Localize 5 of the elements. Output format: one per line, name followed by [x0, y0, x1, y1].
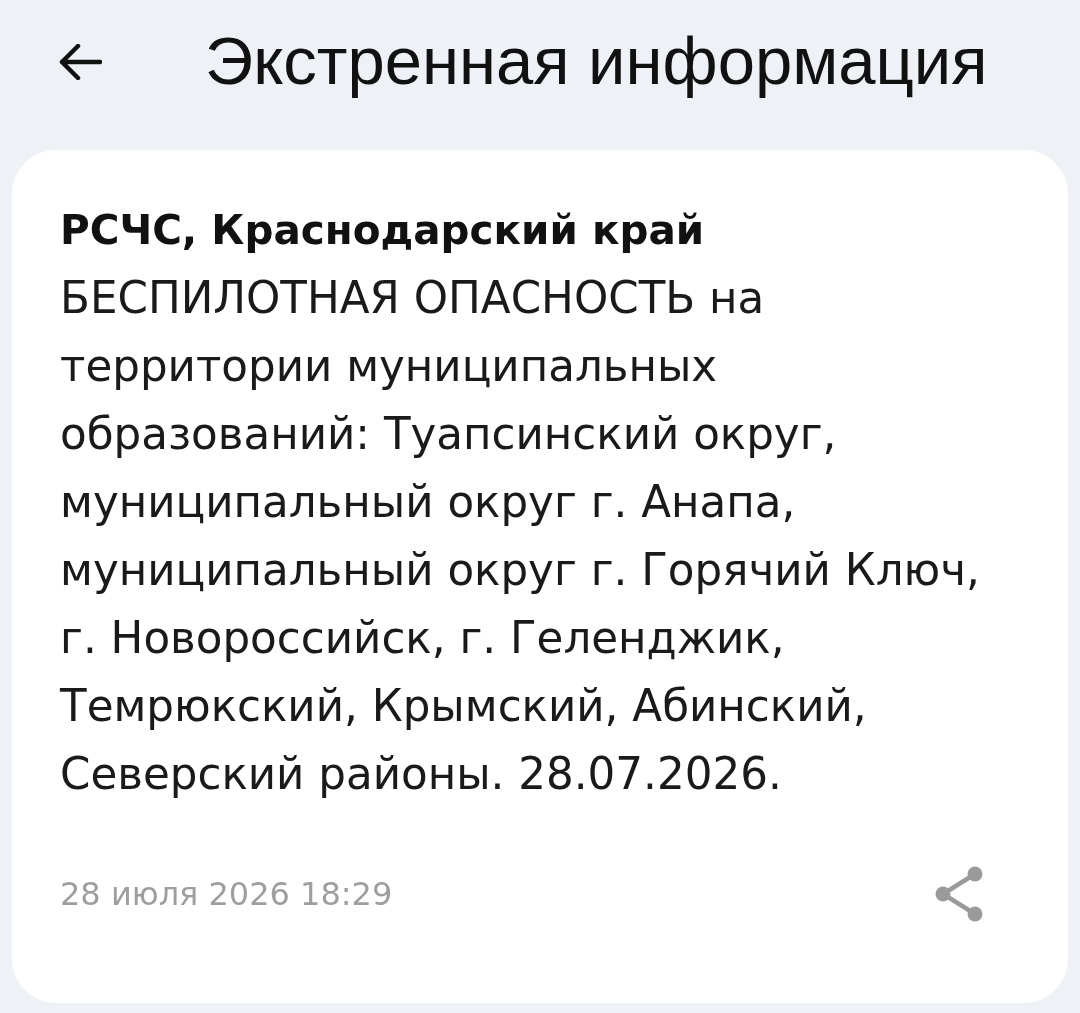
alert-message: БЕСПИЛОТНАЯ ОПАСНОСТЬ на территории муниципальных образований: Туапсинский округ, муниципальный округ г. Анапа, муниципальный округ г. Горячий Ключ, г. Новороссийск, г. Геленджик, Темрюкский, Крымский, Абинский, Северский районы. 28.07.2026.: [60, 272, 981, 801]
page-title: Экстренная информация: [205, 22, 988, 100]
back-arrow-icon: [58, 44, 102, 80]
alert-timestamp: 28 июля 2026 18:29: [60, 875, 393, 913]
alert-source: РСЧС, Краснодарский край: [60, 205, 706, 256]
